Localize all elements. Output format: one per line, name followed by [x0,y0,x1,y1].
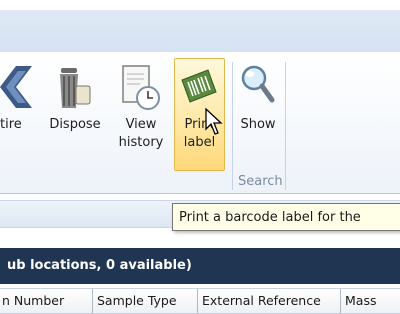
view-history-button[interactable]: View history [110,60,172,170]
retire-button[interactable]: tire [0,60,45,170]
view-history-line2: history [118,135,164,150]
magnifier-icon [241,65,275,103]
dispose-button[interactable]: Dispose [44,60,106,170]
history-icon [122,65,160,110]
grid-column-headers: n Number Sample Type External Reference … [0,288,400,314]
column-sample-type[interactable]: Sample Type [93,289,198,313]
retire-arrow-icon [0,66,32,108]
ribbon-separator [232,62,233,190]
grid-header-band: ub locations, 0 available) [0,248,400,284]
view-history-line1: View [125,117,157,132]
ribbon-separator-right [285,62,286,190]
column-mass[interactable]: Mass [341,289,400,313]
search-group-label: Search [238,174,283,189]
print-label-tooltip: Print a barcode label for the [172,203,400,231]
column-external-reference[interactable]: External Reference [198,289,341,313]
show-button[interactable]: Show [236,60,280,170]
ribbon-tab-strip [0,10,400,53]
barcode-icon [181,69,217,103]
column-number[interactable]: n Number [0,289,93,313]
mouse-pointer-icon [205,107,223,135]
window-top-edge [0,0,400,10]
dispose-label: Dispose [49,117,101,132]
trash-can-icon [60,68,91,108]
show-label: Show [240,117,276,132]
retire-label: tire [0,117,22,132]
